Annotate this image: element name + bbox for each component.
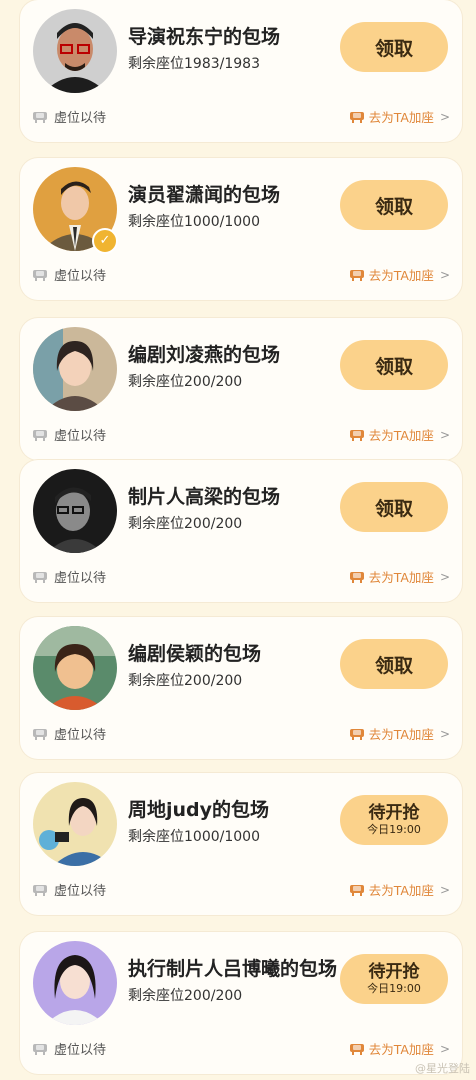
seat-icon: [32, 110, 48, 124]
chevron-right-icon: >: [439, 726, 450, 741]
screening-card[interactable]: ✓ 演员翟潇闻的包场 剩余座位1000/1000 领取 虚位以待 去为TA加座 …: [20, 158, 462, 300]
add-seat-text: 去为TA加座: [368, 727, 434, 742]
screening-card[interactable]: 执行制片人吕博曦的包场 剩余座位200/200 待开抢 今日19:00 虚位以待…: [20, 932, 462, 1074]
avatar[interactable]: [33, 782, 117, 866]
claim-button[interactable]: 领取: [340, 639, 448, 689]
vacant-seat-label: 虚位以待: [32, 880, 106, 899]
remaining-seats: 剩余座位200/200: [128, 516, 243, 532]
avatar[interactable]: [33, 626, 117, 710]
add-seat-text: 去为TA加座: [368, 1042, 434, 1057]
watermark: @星光登陆: [415, 1062, 470, 1075]
pending-button[interactable]: 待开抢 今日19:00: [340, 795, 448, 845]
seat-icon: [32, 268, 48, 282]
seat-icon: [32, 727, 48, 741]
vacant-seat-text: 虚位以待: [54, 111, 107, 126]
add-seat-link[interactable]: 去为TA加座 >: [349, 265, 450, 284]
vacant-seat-label: 虚位以待: [32, 1039, 106, 1058]
vacant-seat-text: 虚位以待: [54, 884, 107, 899]
seat-icon: [349, 428, 365, 442]
vacant-seat-text: 虚位以待: [54, 1043, 107, 1058]
pending-button-time: 今日19:00: [367, 823, 421, 836]
claim-button[interactable]: 领取: [340, 22, 448, 72]
vacant-seat-label: 虚位以待: [32, 107, 106, 126]
remaining-seats: 剩余座位200/200: [128, 988, 243, 1004]
add-seat-text: 去为TA加座: [368, 110, 434, 125]
seat-icon: [349, 883, 365, 897]
claim-button[interactable]: 领取: [340, 180, 448, 230]
avatar[interactable]: [33, 469, 117, 553]
add-seat-text: 去为TA加座: [368, 428, 434, 443]
avatar[interactable]: [33, 941, 117, 1025]
add-seat-text: 去为TA加座: [368, 570, 434, 585]
screening-title: 周地judy的包场: [128, 799, 270, 821]
seat-icon: [32, 428, 48, 442]
screening-title: 制片人高梁的包场: [128, 486, 281, 508]
screening-title: 编剧刘凌燕的包场: [128, 344, 281, 366]
seat-icon: [349, 110, 365, 124]
remaining-seats: 剩余座位200/200: [128, 374, 243, 390]
screening-card[interactable]: 编剧侯颖的包场 剩余座位200/200 领取 虚位以待 去为TA加座 >: [20, 617, 462, 759]
vacant-seat-text: 虚位以待: [54, 429, 107, 444]
screening-card[interactable]: 导演祝东宁的包场 剩余座位1983/1983 领取 虚位以待 去为TA加座 >: [20, 0, 462, 142]
vacant-seat-label: 虚位以待: [32, 724, 106, 743]
add-seat-text: 去为TA加座: [368, 268, 434, 283]
chevron-right-icon: >: [439, 267, 450, 282]
seat-icon: [32, 570, 48, 584]
seat-icon: [349, 570, 365, 584]
claim-button[interactable]: 领取: [340, 340, 448, 390]
remaining-seats: 剩余座位200/200: [128, 673, 243, 689]
screening-card[interactable]: 编剧刘凌燕的包场 剩余座位200/200 领取 虚位以待 去为TA加座 >: [20, 318, 462, 460]
chevron-right-icon: >: [439, 569, 450, 584]
chevron-right-icon: >: [439, 1041, 450, 1056]
remaining-seats: 剩余座位1000/1000: [128, 214, 260, 230]
screening-card[interactable]: 制片人高梁的包场 剩余座位200/200 领取 虚位以待 去为TA加座 >: [20, 460, 462, 602]
remaining-seats: 剩余座位1983/1983: [128, 56, 260, 72]
avatar[interactable]: [33, 9, 117, 93]
chevron-right-icon: >: [439, 882, 450, 897]
screening-card[interactable]: 周地judy的包场 剩余座位1000/1000 待开抢 今日19:00 虚位以待…: [20, 773, 462, 915]
remaining-seats: 剩余座位1000/1000: [128, 829, 260, 845]
seat-icon: [349, 727, 365, 741]
add-seat-text: 去为TA加座: [368, 883, 434, 898]
add-seat-link[interactable]: 去为TA加座 >: [349, 425, 450, 444]
vacant-seat-text: 虚位以待: [54, 571, 107, 586]
screening-title: 导演祝东宁的包场: [128, 26, 281, 48]
vacant-seat-text: 虚位以待: [54, 728, 107, 743]
claim-button[interactable]: 领取: [340, 482, 448, 532]
seat-icon: [349, 268, 365, 282]
add-seat-link[interactable]: 去为TA加座 >: [349, 724, 450, 743]
seat-icon: [32, 883, 48, 897]
screening-title: 执行制片人吕博曦的包场: [128, 958, 338, 980]
add-seat-link[interactable]: 去为TA加座 >: [349, 880, 450, 899]
add-seat-link[interactable]: 去为TA加座 >: [349, 1039, 450, 1058]
add-seat-link[interactable]: 去为TA加座 >: [349, 107, 450, 126]
pending-button[interactable]: 待开抢 今日19:00: [340, 954, 448, 1004]
vacant-seat-label: 虚位以待: [32, 425, 106, 444]
chevron-right-icon: >: [439, 109, 450, 124]
verified-check-icon: ✓: [92, 228, 118, 254]
screening-title: 编剧侯颖的包场: [128, 643, 262, 665]
seat-icon: [349, 1042, 365, 1056]
vacant-seat-text: 虚位以待: [54, 269, 107, 284]
seat-icon: [32, 1042, 48, 1056]
avatar[interactable]: [33, 327, 117, 411]
vacant-seat-label: 虚位以待: [32, 265, 106, 284]
pending-button-time: 今日19:00: [367, 982, 421, 995]
add-seat-link[interactable]: 去为TA加座 >: [349, 567, 450, 586]
chevron-right-icon: >: [439, 427, 450, 442]
pending-button-label: 待开抢: [368, 803, 420, 823]
pending-button-label: 待开抢: [368, 962, 420, 982]
vacant-seat-label: 虚位以待: [32, 567, 106, 586]
screening-title: 演员翟潇闻的包场: [128, 184, 281, 206]
